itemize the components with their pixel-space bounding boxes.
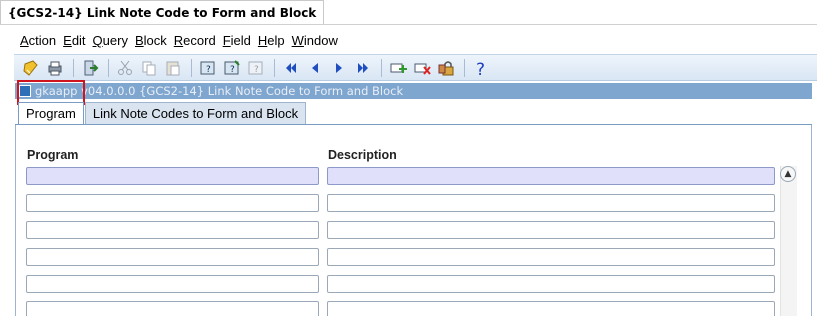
menu-action[interactable]: Action [20,33,56,51]
description-field[interactable] [327,248,775,266]
help-icon[interactable]: ? [470,58,492,78]
last-record-icon[interactable] [352,58,374,78]
program-column-header: Program [27,148,79,162]
description-column-header: Description [328,148,397,162]
save-icon[interactable] [20,58,42,78]
program-field[interactable] [26,194,319,212]
svg-text:?: ? [476,60,485,77]
menu-field[interactable]: Field [223,33,251,51]
lock-record-icon[interactable] [435,58,457,78]
menu-query[interactable]: Query [93,33,128,51]
svg-text:?: ? [254,65,259,75]
toolbar-separator [381,58,382,77]
program-field[interactable] [26,275,319,293]
menu-window[interactable]: Window [292,33,338,51]
first-record-icon[interactable] [280,58,302,78]
program-field[interactable] [26,221,319,239]
menu-block[interactable]: Block [135,33,167,51]
description-field[interactable] [327,301,775,316]
title-divider [0,24,817,25]
insert-record-icon[interactable] [387,58,409,78]
cancel-query-icon[interactable]: ? [245,58,267,78]
toolbar: ? ? ? ? [14,54,817,81]
program-field[interactable] [26,301,319,316]
copy-icon[interactable] [138,58,160,78]
description-field[interactable] [327,167,775,185]
form-title-bar: gkaapp v04.0.0.0 {GCS2-14} Link Note Cod… [15,83,812,99]
next-record-icon[interactable] [328,58,350,78]
toolbar-separator [108,58,109,77]
description-field[interactable] [327,221,775,239]
cut-icon[interactable] [114,58,136,78]
svg-text:?: ? [230,65,235,75]
tab-strip: Program Link Note Codes to Form and Bloc… [18,102,307,124]
delete-record-icon[interactable] [411,58,433,78]
svg-text:?: ? [206,65,211,75]
paste-icon[interactable] [162,58,184,78]
menu-bar: Action Edit Query Block Record Field Hel… [20,33,345,51]
menu-help[interactable]: Help [258,33,285,51]
toolbar-separator [274,58,275,77]
window-title-tab[interactable]: {GCS2-14} Link Note Code to Form and Blo… [0,0,325,24]
toolbar-separator [191,58,192,77]
exit-icon[interactable] [79,58,101,78]
menu-edit[interactable]: Edit [63,33,85,51]
tab-program[interactable]: Program [18,102,84,124]
scroll-up-icon[interactable]: ▲ [780,166,796,182]
enter-query-icon[interactable]: ? [197,58,219,78]
execute-query-icon[interactable]: ? [221,58,243,78]
tab-link-note-codes[interactable]: Link Note Codes to Form and Block [84,102,307,124]
program-field[interactable] [26,167,319,185]
description-field[interactable] [327,194,775,212]
menu-record[interactable]: Record [174,33,216,51]
tab-panel-border [15,124,812,125]
toolbar-separator [464,58,465,77]
print-icon[interactable] [44,58,66,78]
description-field[interactable] [327,275,775,293]
vertical-scrollbar[interactable] [780,166,797,316]
previous-record-icon[interactable] [304,58,326,78]
program-field[interactable] [26,248,319,266]
toolbar-separator [73,58,74,77]
form-title: gkaapp v04.0.0.0 {GCS2-14} Link Note Cod… [35,84,404,98]
